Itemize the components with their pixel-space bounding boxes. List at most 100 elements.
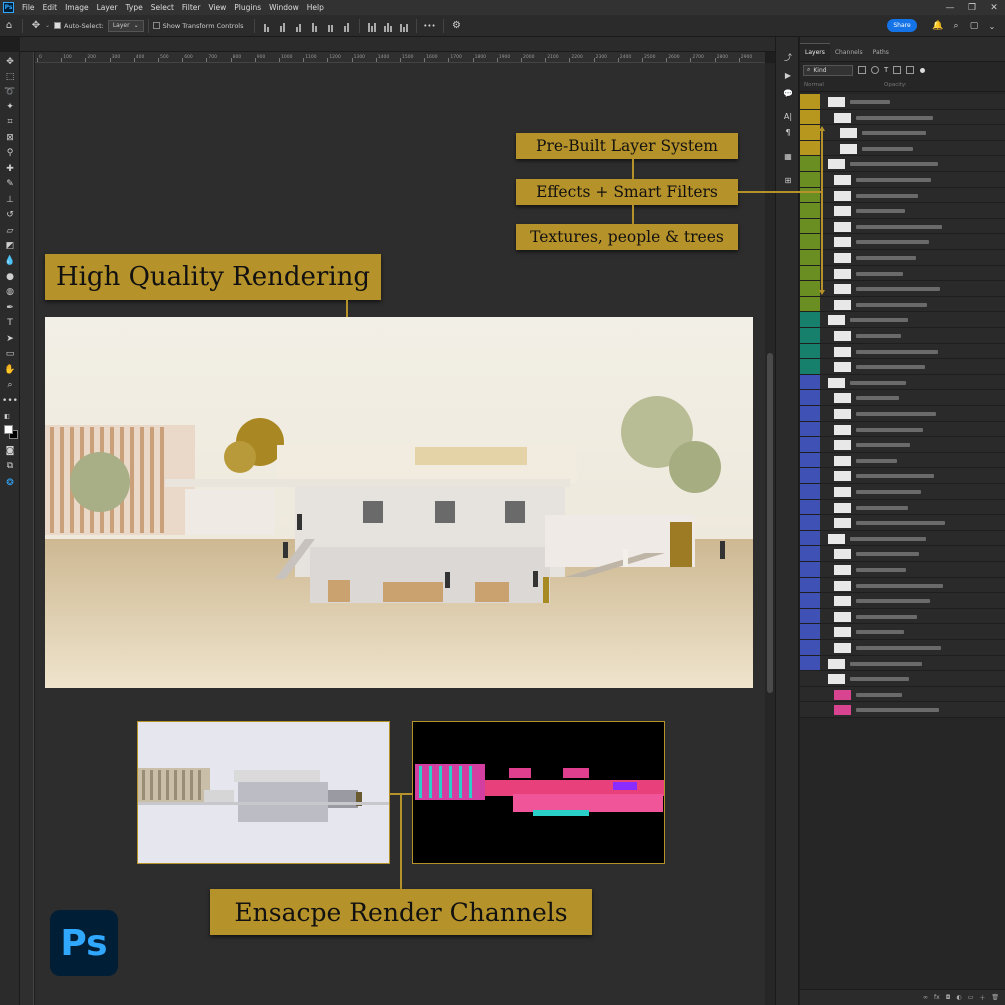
layer-visibility-icon[interactable] <box>800 203 820 218</box>
hand-tool-icon[interactable]: ✋ <box>3 363 17 377</box>
align-bottom-icon[interactable] <box>341 20 353 32</box>
fx-icon[interactable]: fx <box>934 994 940 1001</box>
close-icon[interactable]: ✕ <box>983 0 1005 15</box>
align-left-icon[interactable] <box>261 20 273 32</box>
home-icon[interactable]: ⌂ <box>0 17 18 35</box>
layer-visibility-icon[interactable] <box>800 406 820 421</box>
trash-icon[interactable]: 🗑 <box>991 994 999 1001</box>
gear-icon[interactable]: ⚙ <box>448 17 466 35</box>
layer-row[interactable] <box>800 296 1005 313</box>
layer-visibility-icon[interactable] <box>800 265 820 281</box>
menu-edit[interactable]: Edit <box>39 3 62 12</box>
auto-select-checkbox[interactable] <box>54 22 62 29</box>
layer-row[interactable] <box>800 686 1005 703</box>
share-button[interactable]: Share <box>887 19 917 32</box>
layer-visibility-icon[interactable] <box>800 437 820 452</box>
lasso-tool-icon[interactable]: ➰ <box>3 85 17 99</box>
layer-row[interactable] <box>800 250 1005 266</box>
menu-plugins[interactable]: Plugins <box>230 3 265 12</box>
layer-visibility-icon[interactable] <box>800 125 820 140</box>
layer-row[interactable] <box>800 546 1005 562</box>
dodge-tool-icon[interactable]: ● <box>3 270 17 284</box>
layer-row[interactable] <box>800 530 1005 547</box>
align-middle-icon[interactable] <box>325 20 337 32</box>
layer-row[interactable] <box>800 608 1005 625</box>
chevron-down-icon[interactable]: ⌄ <box>45 22 50 29</box>
layer-visibility-icon[interactable] <box>800 671 820 686</box>
layer-row[interactable] <box>800 421 1005 438</box>
filter-toggle-icon[interactable] <box>920 67 926 73</box>
layer-visibility-icon[interactable] <box>800 484 820 499</box>
layer-row[interactable] <box>800 203 1005 219</box>
layer-visibility-icon[interactable] <box>800 172 820 187</box>
layer-row[interactable] <box>800 562 1005 578</box>
pen-tool-icon[interactable]: ✒ <box>3 301 17 315</box>
layer-row[interactable] <box>800 359 1005 375</box>
distribute-bottom-icon[interactable] <box>398 20 410 32</box>
tables-panel-icon[interactable]: ▦ <box>781 149 795 163</box>
distribute-top-icon[interactable] <box>366 20 378 32</box>
paragraph-panel-icon[interactable]: ¶ <box>781 125 795 139</box>
layer-visibility-icon[interactable] <box>800 468 820 483</box>
layer-row[interactable] <box>800 156 1005 172</box>
align-center-icon[interactable] <box>277 20 289 32</box>
layer-visibility-icon[interactable] <box>800 281 820 296</box>
layer-row[interactable] <box>800 312 1005 328</box>
canvas-vertical-scrollbar[interactable] <box>765 63 775 1005</box>
menu-file[interactable]: File <box>18 3 39 12</box>
scrollbar-thumb[interactable] <box>767 353 773 693</box>
menu-type[interactable]: Type <box>122 3 147 12</box>
layer-row[interactable] <box>800 218 1005 235</box>
layer-row[interactable] <box>800 624 1005 640</box>
layer-row[interactable] <box>800 374 1005 391</box>
layer-row[interactable] <box>800 343 1005 360</box>
layer-row[interactable] <box>800 577 1005 594</box>
layer-visibility-icon[interactable] <box>800 562 820 577</box>
type-tool-icon[interactable]: T <box>3 316 17 330</box>
menu-filter[interactable]: Filter <box>178 3 205 12</box>
crop-tool-icon[interactable]: ⌗ <box>3 115 17 129</box>
layer-visibility-icon[interactable] <box>800 187 820 203</box>
layer-visibility-icon[interactable] <box>800 250 820 265</box>
layer-visibility-icon[interactable] <box>800 390 820 405</box>
pixel-filter-icon[interactable] <box>858 66 866 74</box>
paint-bucket-icon[interactable]: ◩ <box>3 239 17 253</box>
layer-row[interactable] <box>800 328 1005 344</box>
layer-visibility-icon[interactable] <box>800 499 820 515</box>
layer-visibility-icon[interactable] <box>800 359 820 374</box>
layer-visibility-icon[interactable] <box>800 140 820 156</box>
shape-filter-icon[interactable] <box>893 66 902 74</box>
add-mask-icon[interactable]: ◘ <box>946 994 951 1001</box>
layer-row[interactable] <box>800 468 1005 484</box>
burn-tool-icon[interactable]: ◍ <box>3 285 17 299</box>
layer-row[interactable] <box>800 265 1005 282</box>
layer-visibility-icon[interactable] <box>800 312 820 327</box>
new-layer-icon[interactable]: ＋ <box>979 993 985 1002</box>
eraser-tool-icon[interactable]: ▱ <box>3 224 17 238</box>
zoom-tool-icon[interactable]: ⌕ <box>3 378 17 392</box>
layer-visibility-icon[interactable] <box>800 546 820 561</box>
rectangle-tool-icon[interactable]: ▭ <box>3 347 17 361</box>
layer-visibility-icon[interactable] <box>800 702 820 717</box>
brush-tool-icon[interactable]: ✎ <box>3 177 17 191</box>
layer-visibility-icon[interactable] <box>800 577 820 593</box>
tab-layers[interactable]: Layers <box>800 43 830 61</box>
history-panel-icon[interactable]: ⤴ <box>781 50 795 64</box>
smart-object-filter-icon[interactable] <box>906 66 915 74</box>
layer-row[interactable] <box>800 640 1005 656</box>
magic-wand-tool-icon[interactable]: ✦ <box>3 100 17 114</box>
layer-visibility-icon[interactable] <box>800 640 820 655</box>
menu-select[interactable]: Select <box>147 3 178 12</box>
move-tool-icon[interactable]: ✥ <box>3 55 17 69</box>
link-layers-icon[interactable]: ∞ <box>923 994 928 1001</box>
layer-visibility-icon[interactable] <box>800 218 820 234</box>
default-colors-icon[interactable]: ◧ <box>0 409 14 423</box>
clone-stamp-icon[interactable]: ⊥ <box>3 193 17 207</box>
layer-visibility-icon[interactable] <box>800 109 820 125</box>
screen-mode-icon[interactable]: ⧉ <box>3 459 17 473</box>
foreground-color-swatch[interactable] <box>4 425 13 434</box>
layer-visibility-icon[interactable] <box>800 515 820 530</box>
layer-row[interactable] <box>800 125 1005 141</box>
tab-channels[interactable]: Channels <box>830 43 868 61</box>
blur-tool-icon[interactable]: 💧 <box>3 254 17 268</box>
